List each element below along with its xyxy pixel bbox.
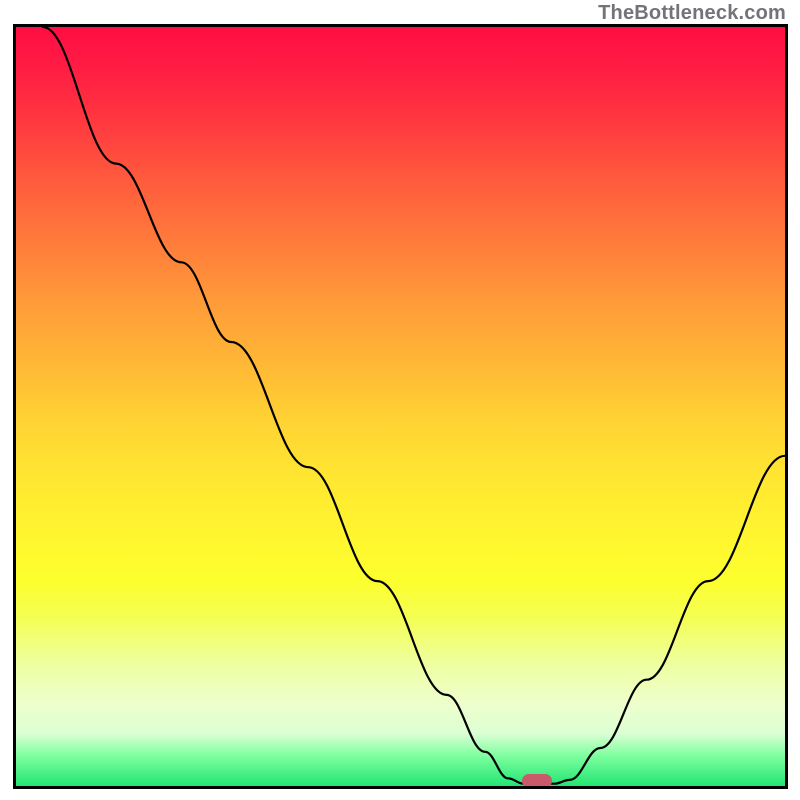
bottleneck-curve [16, 27, 785, 786]
watermark-text: TheBottleneck.com [598, 2, 786, 25]
plot-frame [13, 24, 788, 789]
optimal-marker [522, 774, 552, 788]
